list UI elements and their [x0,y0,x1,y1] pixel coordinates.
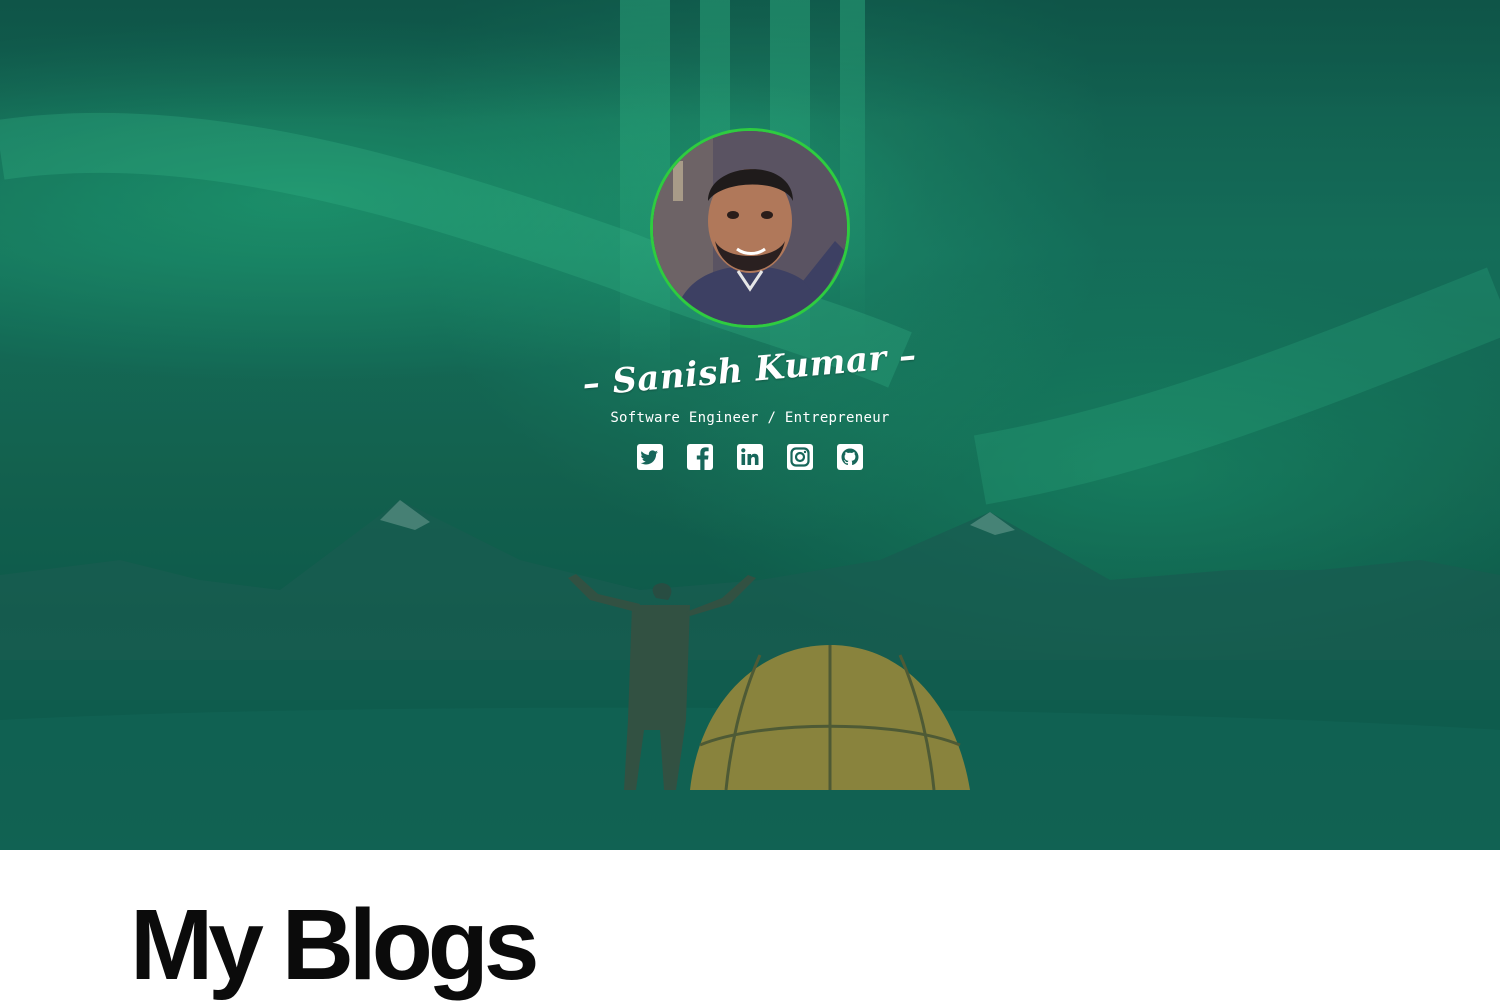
social-links [637,444,863,470]
avatar [650,128,850,328]
profile-tagline: Software Engineer / Entrepreneur [610,410,890,426]
profile-name: – Sanish Kumar – [581,335,919,405]
linkedin-icon[interactable] [737,444,763,470]
profile-card: – Sanish Kumar – Software Engineer / Ent… [0,128,1500,470]
twitter-icon[interactable] [637,444,663,470]
github-icon[interactable] [837,444,863,470]
hero-banner: – Sanish Kumar – Software Engineer / Ent… [0,0,1500,850]
instagram-icon[interactable] [787,444,813,470]
facebook-icon[interactable] [687,444,713,470]
section-title: My Blogs [130,889,539,1001]
